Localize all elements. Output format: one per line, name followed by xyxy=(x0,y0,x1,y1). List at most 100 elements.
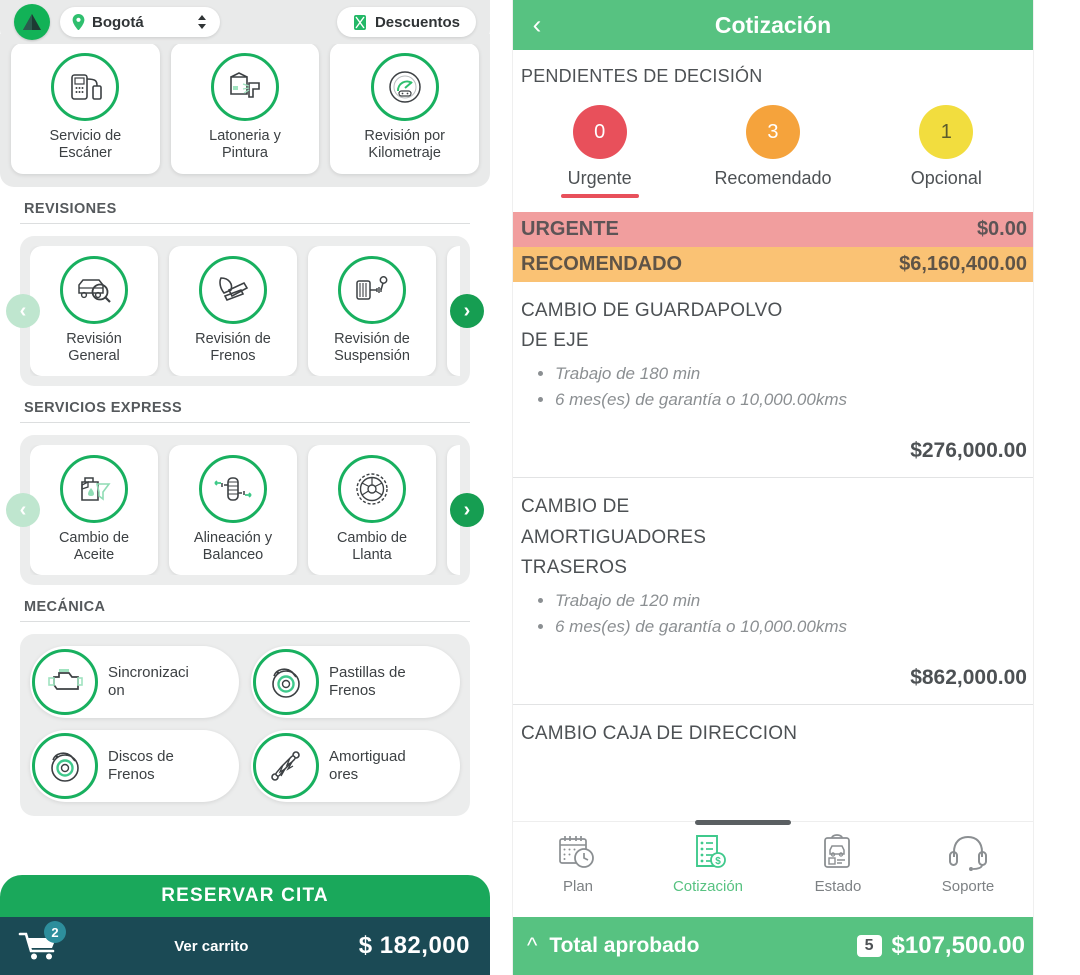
service-card-label: Alineación y Balanceo xyxy=(194,530,272,564)
label-line2: Frenos xyxy=(108,766,155,783)
band-amount: $0.00 xyxy=(976,218,1027,240)
quote-item[interactable]: CAMBIO CAJA DE DIRECCION xyxy=(513,705,1033,749)
tire-icon xyxy=(338,455,406,523)
name-line3: TRASEROS xyxy=(521,557,628,579)
recomendado-count-bubble: 3 xyxy=(745,105,800,159)
page-title: Cotización xyxy=(714,11,832,38)
urgente-count-bubble: 0 xyxy=(572,105,627,159)
mech-card-pastillas-frenos[interactable]: Pastillas de Frenos xyxy=(251,646,460,718)
carousel-track[interactable]: Revisión General Revisión de Frenos Revi… xyxy=(30,246,460,376)
label-line1: Revisión de xyxy=(334,331,410,347)
label-line1: Pastillas de xyxy=(329,664,406,681)
opcional-count-bubble: 1 xyxy=(919,105,974,159)
brake-disc-icon xyxy=(32,733,98,799)
tab-opcional[interactable]: 1 Opcional xyxy=(860,105,1033,198)
quote-item-bullet: 6 mes(es) de garantía o 10,000.00kms xyxy=(555,614,1027,640)
quote-item-bullets: Trabajo de 180 min 6 mes(es) de garantía… xyxy=(555,361,1027,414)
cart-total: $ 182,000 xyxy=(358,932,470,959)
name-line2: AMORTIGUADORES xyxy=(521,526,707,548)
calendar-clock-icon xyxy=(559,836,594,868)
name-line2: DE EJE xyxy=(521,330,589,352)
quote-item[interactable]: CAMBIO DE AMORTIGUADORES TRASEROS Trabaj… xyxy=(513,478,1033,706)
total-approved-bar[interactable]: ^ Total aprobado 5 $107,500.00 xyxy=(513,917,1033,975)
hero-card-mileage[interactable]: Revisión por Kilometraje xyxy=(330,43,480,174)
hero-card-paint[interactable]: Latoneria y Pintura xyxy=(170,43,320,174)
carousel-next-button[interactable]: › xyxy=(450,493,484,527)
service-card-alineacion-balanceo[interactable]: Alineación y Balanceo xyxy=(169,445,297,575)
service-card-cambio-llanta[interactable]: Cambio de Llanta xyxy=(308,445,436,575)
tab-urgente[interactable]: 0 Urgente xyxy=(513,105,686,198)
service-card-cambio-aceite[interactable]: Cambio de Aceite xyxy=(30,445,158,575)
mech-card-sincronizacion[interactable]: Sincronizaci on xyxy=(30,646,239,718)
label-line2: Pintura xyxy=(222,144,268,161)
hero-card-label: Revisión por Kilometraje xyxy=(364,128,445,162)
label-line2: General xyxy=(68,347,120,364)
nav-item-estado[interactable]: Estado xyxy=(773,832,903,895)
nav-item-cotizacion[interactable]: $ Cotización xyxy=(643,832,773,895)
city-selector[interactable]: Bogotá xyxy=(60,7,220,37)
total-approved-label: Total aprobado xyxy=(549,934,700,957)
shopping-cart-icon[interactable]: 2 xyxy=(18,921,66,963)
screenshot-root: Bogotá Descuentos Servicio de Escáner La… xyxy=(0,0,1080,975)
tab-recomendado[interactable]: 3 Recomendado xyxy=(686,105,859,198)
quote-document-icon: $ xyxy=(696,835,726,868)
mech-card-label: Amortiguad ores xyxy=(329,748,406,784)
car-magnifier-icon xyxy=(60,256,128,324)
carousel-track[interactable]: Cambio de Aceite Alineación y Balanceo C… xyxy=(30,445,460,575)
label-line1: Revisión xyxy=(66,331,122,347)
brake-disc-icon xyxy=(253,649,319,715)
speedometer-icon xyxy=(370,53,439,121)
quote-item-bullet: 6 mes(es) de garantía o 10,000.00kms xyxy=(555,387,1027,413)
quote-list-scroll[interactable]: URGENTE $0.00 RECOMENDADO $6,160,400.00 … xyxy=(513,212,1033,821)
carousel-prev-button[interactable]: ‹ xyxy=(6,493,40,527)
cart-badge: 2 xyxy=(44,921,66,943)
left-phone-panel: Bogotá Descuentos Servicio de Escáner La… xyxy=(0,0,490,975)
back-chevron-left-icon[interactable]: ‹ xyxy=(523,10,551,41)
quote-header: ‹ Cotización xyxy=(513,0,1033,50)
label-line2: ores xyxy=(329,766,359,783)
quote-item-name: CAMBIO DE GUARDAPOLVO DE EJE xyxy=(521,296,1027,357)
label-line2: Suspensión xyxy=(334,347,410,364)
oil-can-icon xyxy=(60,455,128,523)
right-phone-panel: ‹ Cotización PENDIENTES DE DECISIÓN 0 Ur… xyxy=(513,0,1033,975)
band-label: URGENTE xyxy=(521,218,619,240)
label-line1: Revisión de xyxy=(195,331,271,347)
band-urgente[interactable]: URGENTE $0.00 xyxy=(513,212,1033,247)
quote-item-price: $862,000.00 xyxy=(910,666,1027,690)
left-scroll-area[interactable]: Bogotá Descuentos Servicio de Escáner La… xyxy=(0,0,490,865)
sort-updown-icon[interactable] xyxy=(196,14,208,30)
chevron-up-icon[interactable]: ^ xyxy=(527,933,537,959)
nav-item-soporte[interactable]: Soporte xyxy=(903,832,1033,895)
hero-card-label: Latoneria y Pintura xyxy=(209,128,281,162)
band-recomendado[interactable]: RECOMENDADO $6,160,400.00 xyxy=(513,247,1033,282)
label-line2: Frenos xyxy=(210,347,256,364)
nav-item-plan[interactable]: Plan xyxy=(513,832,643,895)
cart-label: Ver carrito xyxy=(174,937,249,955)
discounts-button[interactable]: Descuentos xyxy=(336,7,476,37)
service-card-label: Revisión de Suspensión xyxy=(334,331,410,365)
service-card-revision-suspension[interactable]: Revisión de Suspensión xyxy=(308,246,436,376)
nav-label: Estado xyxy=(814,878,862,895)
hero-card-scanner[interactable]: Servicio de Escáner xyxy=(11,43,160,174)
carousel-next-button[interactable]: › xyxy=(450,294,484,328)
total-approved-amount: $107,500.00 xyxy=(891,932,1025,959)
label-line2: on xyxy=(108,682,125,699)
mech-card-discos-frenos[interactable]: Discos de Frenos xyxy=(30,730,239,802)
hero-services-row: Servicio de Escáner Latoneria y Pintura … xyxy=(0,34,490,187)
band-label: RECOMENDADO xyxy=(521,253,683,275)
triangle-glyph xyxy=(23,14,41,30)
svg-text:$: $ xyxy=(715,856,721,867)
suspension-icon xyxy=(338,256,406,324)
cart-bar[interactable]: 2 Ver carrito $ 182,000 xyxy=(0,917,490,975)
reserve-appointment-button[interactable]: RESERVAR CITA xyxy=(0,875,490,917)
scanner-device-icon xyxy=(51,53,120,121)
app-logo-triangle-icon[interactable] xyxy=(14,4,50,40)
mech-card-amortiguadores[interactable]: Amortiguad ores xyxy=(251,730,460,802)
service-card-revision-frenos[interactable]: Revisión de Frenos xyxy=(169,246,297,376)
carousel-prev-button[interactable]: ‹ xyxy=(6,294,40,328)
nav-label: Cotización xyxy=(672,878,744,895)
quote-item[interactable]: CAMBIO DE GUARDAPOLVO DE EJE Trabajo de … xyxy=(513,282,1033,479)
clipboard-car-icon xyxy=(824,834,850,868)
quote-item-bullet: Trabajo de 180 min xyxy=(555,361,1027,387)
service-card-revision-general[interactable]: Revisión General xyxy=(30,246,158,376)
